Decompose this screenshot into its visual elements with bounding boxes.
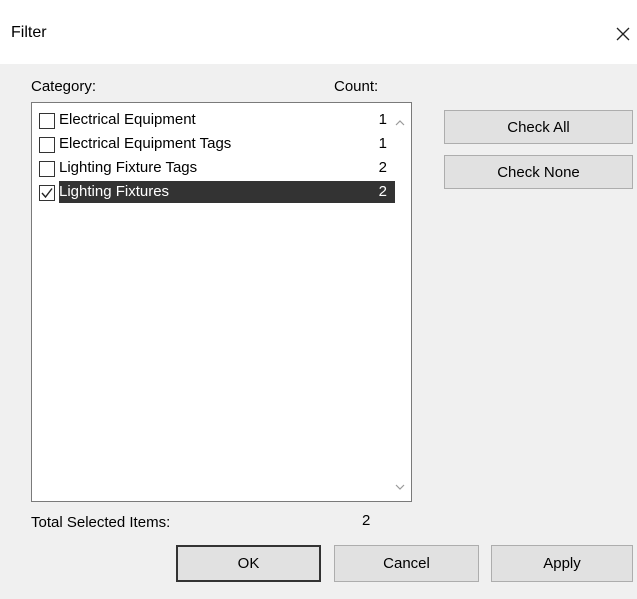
ok-button[interactable]: OK	[176, 545, 321, 582]
category-label: Lighting Fixture Tags	[59, 159, 198, 176]
chevron-down-icon	[395, 484, 405, 490]
category-checkbox[interactable]	[39, 161, 55, 177]
category-listbox[interactable]: Electrical Equipment 1 Electrical Equipm…	[31, 102, 412, 502]
list-item[interactable]: Electrical Equipment Tags 1	[35, 133, 393, 155]
category-checkbox[interactable]	[39, 113, 55, 129]
total-selected-label: Total Selected Items:	[31, 514, 171, 531]
check-all-button[interactable]: Check All	[444, 110, 633, 144]
category-label: Electrical Equipment Tags	[59, 135, 232, 152]
cancel-button[interactable]: Cancel	[334, 545, 479, 582]
category-count: 2	[378, 159, 387, 176]
checkmark-icon	[41, 188, 53, 199]
category-checkbox-checked[interactable]	[39, 185, 55, 201]
category-count: 1	[378, 135, 387, 152]
list-item[interactable]: Electrical Equipment 1	[35, 109, 393, 131]
total-selected-value: 2	[362, 512, 371, 529]
category-count: 2	[378, 183, 387, 200]
count-header: Count:	[334, 78, 379, 95]
category-label: Lighting Fixtures	[59, 183, 170, 200]
check-none-button[interactable]: Check None	[444, 155, 633, 189]
close-button[interactable]	[609, 14, 637, 54]
scroll-down-button[interactable]	[392, 479, 408, 495]
scroll-up-button[interactable]	[392, 115, 408, 131]
category-label: Electrical Equipment	[59, 111, 196, 128]
list-item[interactable]: Lighting Fixture Tags 2	[35, 157, 393, 179]
category-checkbox[interactable]	[39, 137, 55, 153]
apply-button[interactable]: Apply	[491, 545, 633, 582]
close-icon	[616, 27, 630, 41]
title-bar: Filter	[0, 0, 637, 64]
category-count: 1	[378, 111, 387, 128]
category-header: Category:	[31, 78, 97, 95]
chevron-up-icon	[395, 120, 405, 126]
list-item-selected[interactable]: Lighting Fixtures 2	[35, 181, 395, 203]
dialog-title: Filter	[11, 24, 47, 41]
